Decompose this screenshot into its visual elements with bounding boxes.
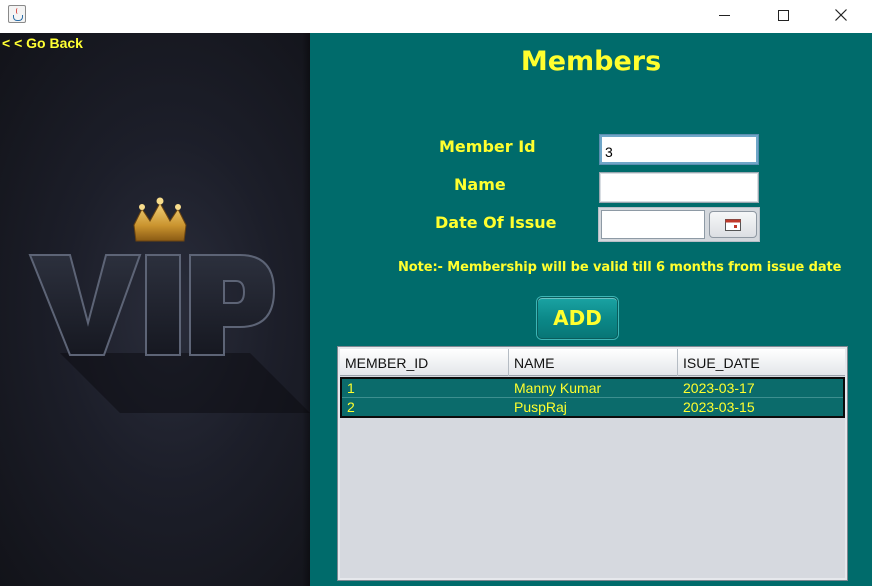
- maximize-icon: [777, 9, 789, 21]
- calendar-icon: [725, 218, 741, 231]
- date-chooser: [598, 207, 760, 242]
- cell-issue-date: 2023-03-15: [683, 399, 755, 415]
- members-table: MEMBER_ID NAME ISUE_DATE 1 Manny Kumar 2…: [337, 346, 848, 581]
- minimize-button[interactable]: [701, 0, 747, 30]
- date-of-issue-label: Date Of Issue: [435, 213, 557, 232]
- cell-issue-date: 2023-03-17: [683, 380, 755, 396]
- cell-name: PuspRaj: [514, 399, 567, 415]
- title-bar: [0, 0, 872, 33]
- name-field[interactable]: [599, 172, 759, 203]
- crown-icon: [133, 197, 187, 242]
- java-cup-icon[interactable]: [8, 5, 26, 23]
- members-panel: Members Member Id 3 Name Date Of Issue N…: [310, 33, 872, 586]
- cell-member-id: 2: [347, 399, 355, 415]
- date-picker-button[interactable]: [709, 211, 757, 238]
- table-body: 1 Manny Kumar 2023-03-17 2 PuspRaj 2023-…: [340, 377, 845, 418]
- go-back-link[interactable]: < < Go Back: [2, 35, 83, 51]
- name-label: Name: [454, 175, 506, 194]
- table-row[interactable]: 1 Manny Kumar 2023-03-17: [342, 379, 843, 398]
- vip-artwork: [28, 197, 310, 413]
- date-of-issue-field[interactable]: [601, 210, 705, 239]
- member-id-label: Member Id: [439, 137, 536, 156]
- cell-member-id: 1: [347, 380, 355, 396]
- table-row[interactable]: 2 PuspRaj 2023-03-15: [342, 398, 843, 416]
- maximize-button[interactable]: [760, 0, 806, 30]
- column-header-member-id[interactable]: MEMBER_ID: [340, 349, 509, 376]
- add-button[interactable]: ADD: [537, 297, 618, 339]
- left-panel: < < Go Back: [0, 33, 310, 586]
- close-button[interactable]: [818, 0, 864, 30]
- cell-name: Manny Kumar: [514, 380, 602, 396]
- minimize-icon: [718, 14, 730, 16]
- close-icon: [835, 9, 847, 21]
- membership-note: Note:- Membership will be valid till 6 m…: [398, 260, 842, 275]
- column-header-name[interactable]: NAME: [509, 349, 678, 376]
- page-title: Members: [520, 46, 662, 77]
- column-header-issue-date[interactable]: ISUE_DATE: [678, 349, 845, 376]
- member-id-field[interactable]: 3: [599, 134, 759, 165]
- table-header: MEMBER_ID NAME ISUE_DATE: [340, 349, 845, 376]
